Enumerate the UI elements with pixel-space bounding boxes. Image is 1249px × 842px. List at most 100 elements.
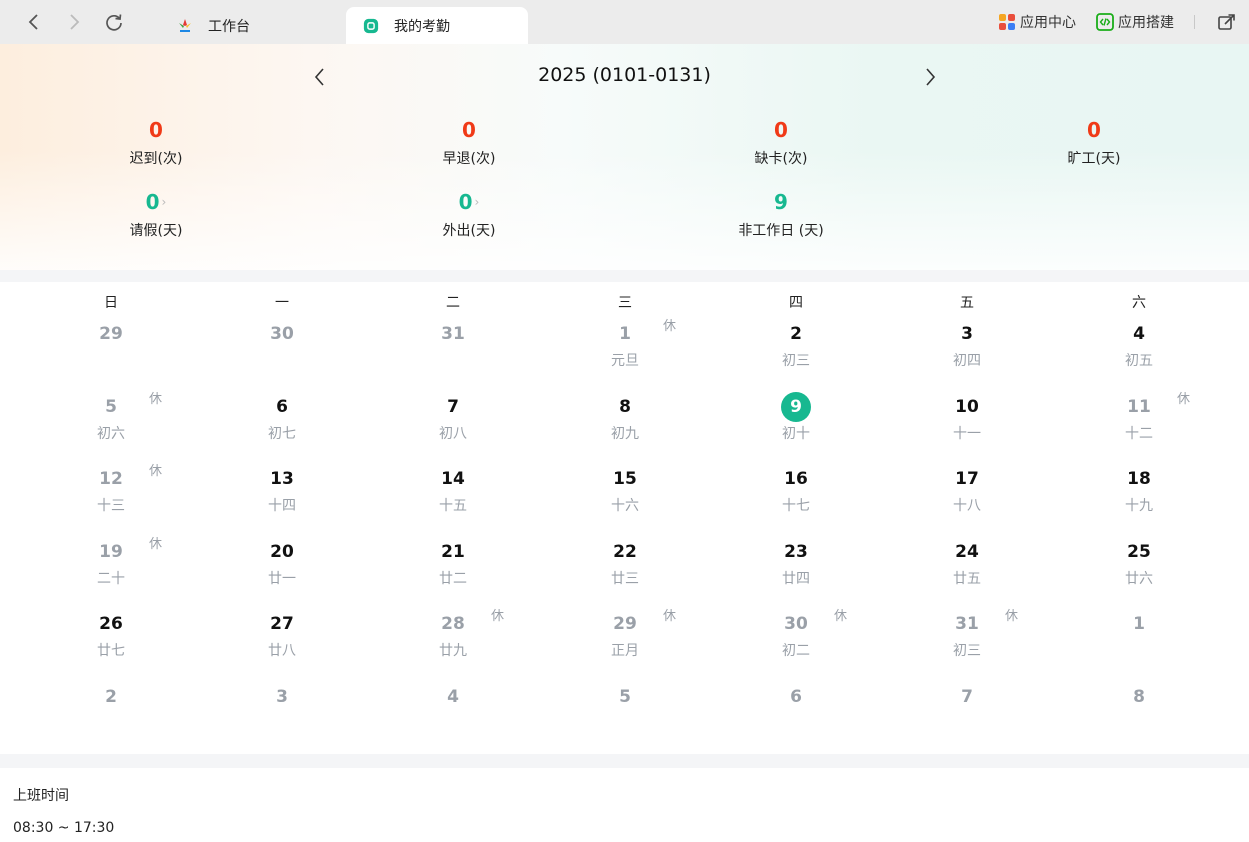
calendar-day[interactable]: 1 元旦 休 bbox=[585, 319, 676, 379]
calendar-day[interactable]: 24 廿五 bbox=[927, 537, 1007, 597]
calendar-day[interactable]: 14 十五 bbox=[413, 464, 493, 524]
calendar-day[interactable]: 2 初三 bbox=[756, 319, 836, 379]
app-grid-icon bbox=[999, 14, 1015, 30]
day-number: 5 bbox=[105, 397, 117, 417]
work-time-section: 上班时间 08:30 ~ 17:30 bbox=[0, 768, 1249, 842]
calendar-day[interactable]: 20 廿一 bbox=[242, 537, 322, 597]
stat-value: 9 bbox=[774, 190, 788, 214]
lunar-date: 初四 bbox=[953, 353, 981, 369]
calendar-day[interactable]: 7 bbox=[927, 682, 1007, 742]
calendar-day[interactable]: 17 十八 bbox=[927, 464, 1007, 524]
calendar-day[interactable]: 30 bbox=[242, 319, 322, 379]
calendar-day[interactable]: 21 廿二 bbox=[413, 537, 493, 597]
lunar-date: 十七 bbox=[782, 498, 810, 514]
chevron-left-icon bbox=[28, 14, 38, 30]
calendar-day[interactable]: 30 初二 休 bbox=[756, 609, 847, 669]
calendar-day[interactable]: 7 初八 bbox=[413, 392, 493, 452]
lunar-date: 十四 bbox=[268, 498, 296, 514]
day-number: 30 bbox=[270, 324, 294, 344]
rest-day-tag: 休 bbox=[149, 537, 163, 552]
lunar-date: 廿五 bbox=[953, 571, 981, 587]
calendar-day[interactable]: 5 bbox=[585, 682, 665, 742]
back-button[interactable] bbox=[20, 8, 48, 36]
day-number: 19 bbox=[99, 542, 123, 562]
calendar-day[interactable]: 2 bbox=[71, 682, 151, 742]
chevron-right-icon bbox=[926, 68, 936, 86]
day-number: 29 bbox=[613, 614, 637, 634]
stat-label: 早退(次) bbox=[442, 151, 496, 167]
calendar-day[interactable]: 10 十一 bbox=[927, 392, 1007, 452]
calendar-day[interactable]: 19 二十 休 bbox=[71, 537, 162, 597]
lunar-date: 十三 bbox=[97, 498, 125, 514]
day-number: 26 bbox=[99, 614, 123, 634]
calendar-day[interactable]: 25 廿六 bbox=[1099, 537, 1179, 597]
lunar-date: 十二 bbox=[1125, 426, 1153, 442]
work-time-title: 上班时间 bbox=[13, 788, 69, 804]
day-number: 27 bbox=[270, 614, 294, 634]
stat-label: 外出(天) bbox=[442, 223, 496, 239]
calendar-day[interactable]: 11 十二 休 bbox=[1099, 392, 1190, 452]
lunar-date: 初九 bbox=[611, 426, 639, 442]
calendar-day[interactable]: 12 十三 休 bbox=[71, 464, 162, 524]
calendar-day[interactable]: 4 初五 bbox=[1099, 319, 1179, 379]
lunar-date: 廿七 bbox=[97, 643, 125, 659]
lunar-date: 廿二 bbox=[439, 571, 467, 587]
calendar-day[interactable]: 26 廿七 bbox=[71, 609, 151, 669]
calendar-day[interactable]: 15 十六 bbox=[585, 464, 665, 524]
day-number: 6 bbox=[790, 687, 802, 707]
calendar-day[interactable]: 1 bbox=[1099, 609, 1179, 669]
stat-outing[interactable]: 0 › 外出(天) bbox=[389, 190, 549, 240]
calendar-day[interactable]: 8 初九 bbox=[585, 392, 665, 452]
calendar-day[interactable]: 29 bbox=[71, 319, 151, 379]
lunar-date: 廿一 bbox=[268, 571, 296, 587]
calendar-day[interactable]: 5 初六 休 bbox=[71, 392, 162, 452]
calendar-day[interactable]: 6 bbox=[756, 682, 836, 742]
day-number: 4 bbox=[1133, 324, 1145, 344]
app-builder-button[interactable]: 应用搭建 bbox=[1096, 12, 1174, 32]
work-time-value: 08:30 ~ 17:30 bbox=[13, 820, 115, 836]
calendar-day[interactable]: 9 初十 bbox=[756, 392, 836, 452]
calendar-day[interactable]: 28 廿九 休 bbox=[413, 609, 504, 669]
tab-my-attendance[interactable]: 我的考勤 bbox=[346, 7, 528, 44]
calendar-day[interactable]: 4 bbox=[413, 682, 493, 742]
calendar-day[interactable]: 13 十四 bbox=[242, 464, 322, 524]
stat-value: 0 bbox=[458, 190, 473, 214]
attendance-icon bbox=[362, 17, 380, 35]
rest-day-tag: 休 bbox=[149, 464, 163, 479]
calendar-day[interactable]: 31 bbox=[413, 319, 493, 379]
calendar-day[interactable]: 31 初三 休 bbox=[927, 609, 1018, 669]
weekday-header: 五 bbox=[960, 295, 974, 311]
calendar-day[interactable]: 16 十七 bbox=[756, 464, 836, 524]
toolbar: 应用中心 应用搭建 bbox=[998, 0, 1249, 44]
refresh-button[interactable] bbox=[100, 8, 128, 36]
lunar-date: 初七 bbox=[268, 426, 296, 442]
open-external-button[interactable] bbox=[1215, 10, 1239, 34]
tab-workbench[interactable]: 工作台 bbox=[160, 7, 340, 44]
lunar-date: 廿六 bbox=[1125, 571, 1153, 587]
lunar-date: 十五 bbox=[439, 498, 467, 514]
stat-leave[interactable]: 0 › 请假(天) bbox=[76, 190, 236, 240]
calendar-day[interactable]: 22 廿三 bbox=[585, 537, 665, 597]
calendar-day[interactable]: 29 正月 休 bbox=[585, 609, 676, 669]
stat-non-workday: 9 非工作日 (天) bbox=[701, 190, 861, 240]
calendar-day[interactable]: 18 十九 bbox=[1099, 464, 1179, 524]
day-number: 18 bbox=[1127, 469, 1151, 489]
calendar-day[interactable]: 23 廿四 bbox=[756, 537, 836, 597]
calendar-day[interactable]: 3 bbox=[242, 682, 322, 742]
forward-button[interactable] bbox=[60, 8, 88, 36]
next-month-button[interactable] bbox=[915, 62, 945, 92]
day-number: 22 bbox=[613, 542, 637, 562]
calendar-day[interactable]: 27 廿八 bbox=[242, 609, 322, 669]
weekday-header: 四 bbox=[789, 295, 803, 311]
rest-day-tag: 休 bbox=[1005, 609, 1019, 624]
day-number: 1 bbox=[1133, 614, 1145, 634]
day-number: 16 bbox=[784, 469, 808, 489]
lunar-date: 初三 bbox=[953, 643, 981, 659]
tab-label: 我的考勤 bbox=[394, 18, 450, 35]
calendar-day[interactable]: 8 bbox=[1099, 682, 1179, 742]
app-center-button[interactable]: 应用中心 bbox=[998, 12, 1076, 32]
lunar-date: 廿三 bbox=[611, 571, 639, 587]
stat-value: 0 bbox=[149, 118, 163, 142]
calendar-day[interactable]: 6 初七 bbox=[242, 392, 322, 452]
calendar-day[interactable]: 3 初四 bbox=[927, 319, 1007, 379]
